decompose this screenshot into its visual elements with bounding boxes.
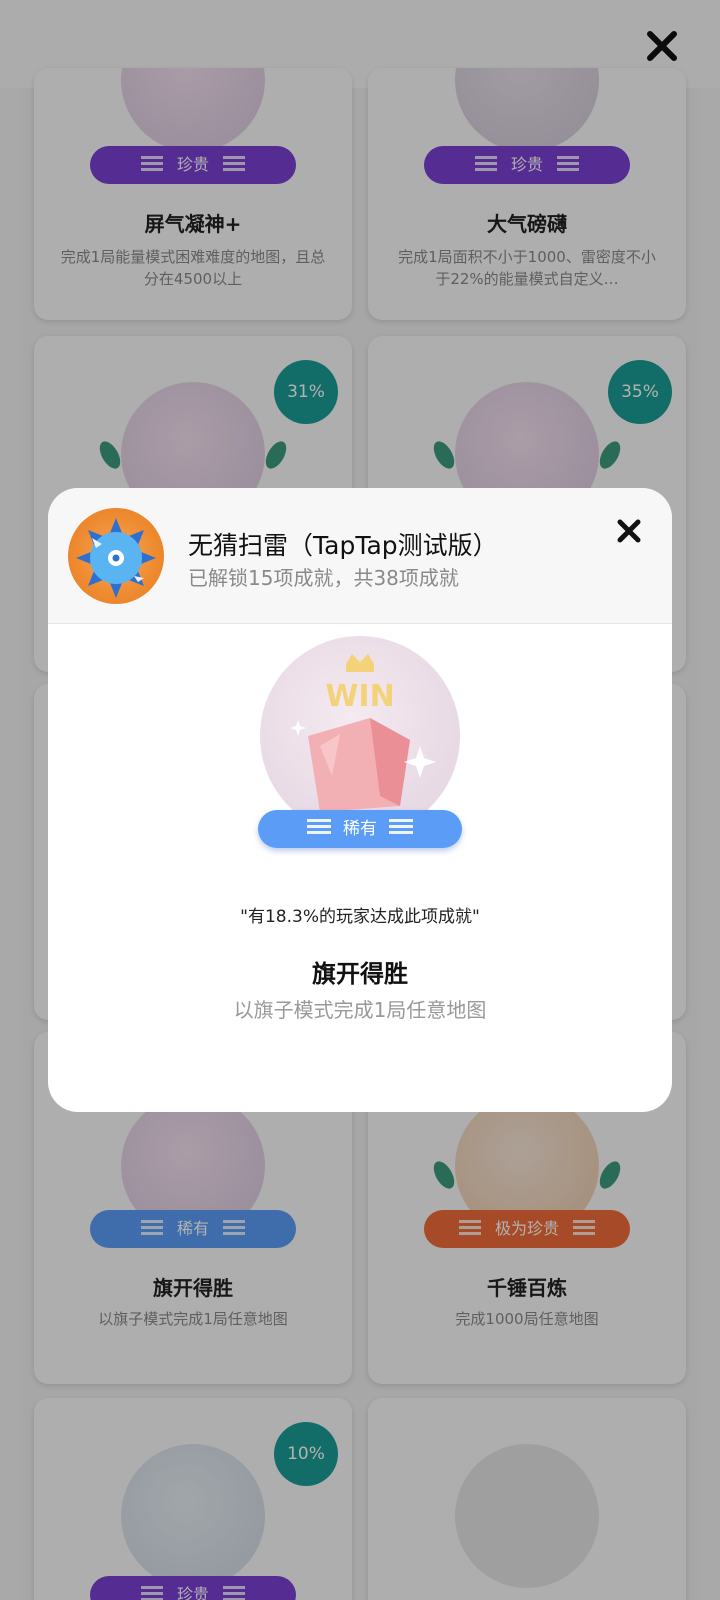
dialog-header: 无猜扫雷（TapTap测试版） 已解锁15项成就，共38项成就 (48, 488, 672, 624)
achievement-dialog: 无猜扫雷（TapTap测试版） 已解锁15项成就，共38项成就 WIN 稀有 "… (48, 488, 672, 1112)
achievement-title: 旗开得胜 (312, 960, 408, 988)
rarity-label: 稀有 (343, 819, 377, 839)
achievement-description: 以旗子模式完成1局任意地图 (233, 998, 487, 1022)
achievement-medal: WIN (260, 636, 460, 836)
close-icon[interactable] (616, 518, 642, 544)
medal-win-text: WIN (325, 679, 394, 714)
dialog-subtitle: 已解锁15项成就，共38项成就 (188, 566, 459, 590)
rarity-badge: 稀有 (258, 810, 462, 848)
dialog-app-title: 无猜扫雷（TapTap测试版） (188, 531, 498, 560)
unlock-percentage: "有18.3%的玩家达成此项成就" (240, 907, 480, 927)
app-icon (68, 508, 164, 604)
